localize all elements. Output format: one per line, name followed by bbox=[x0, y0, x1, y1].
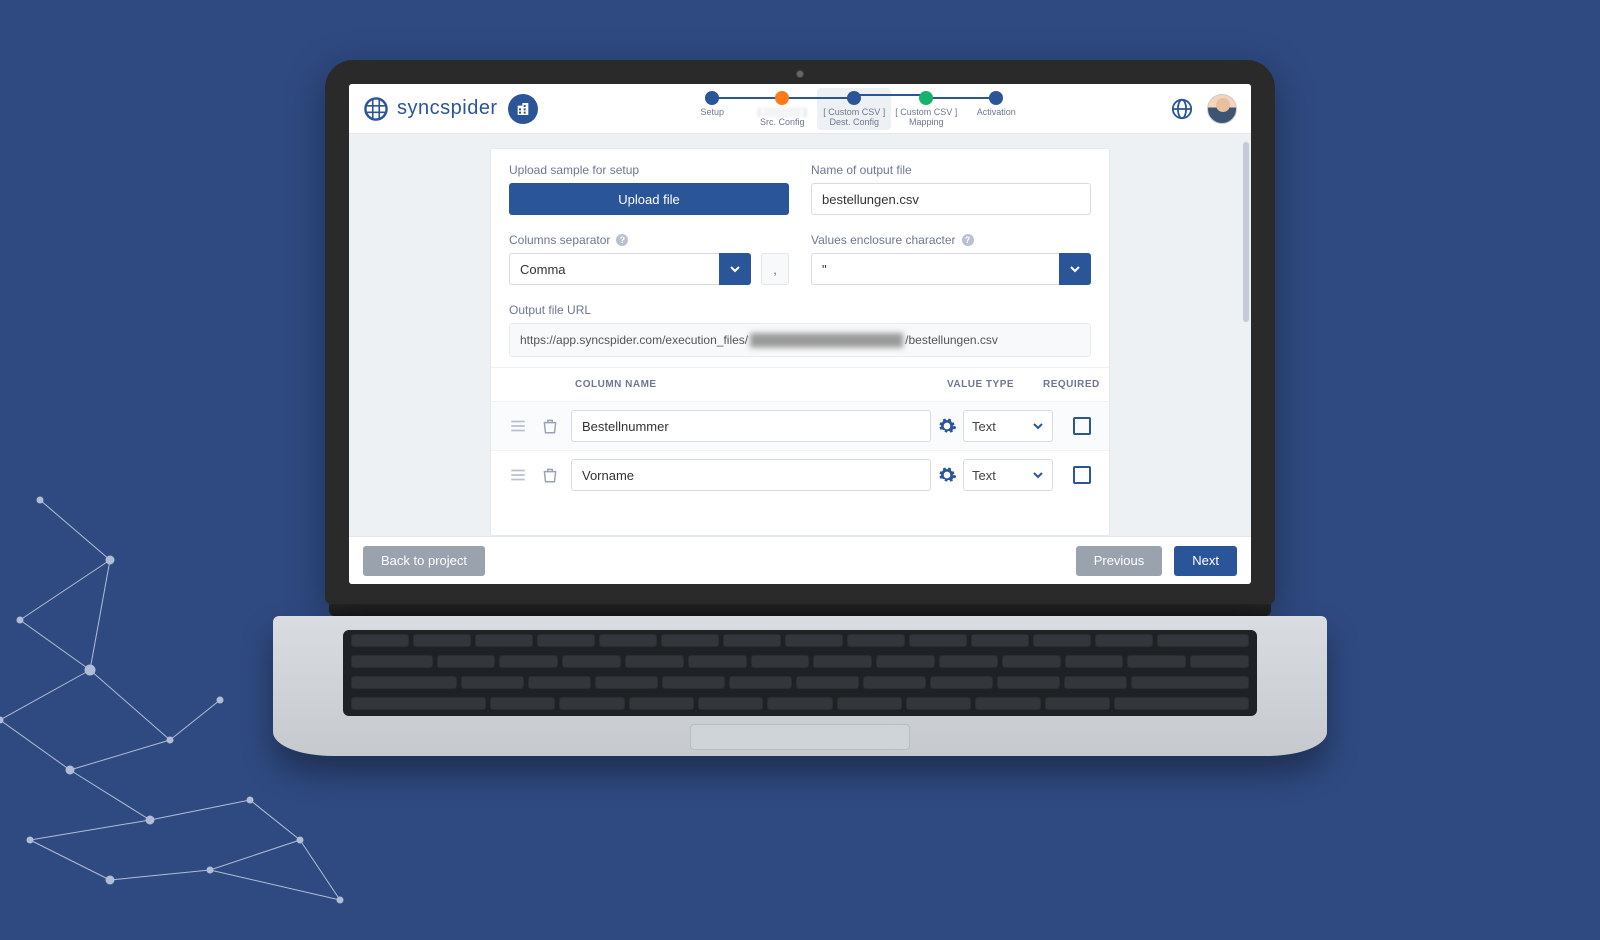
th-column-name: COLUMN NAME bbox=[571, 379, 915, 390]
chevron-down-icon bbox=[1032, 420, 1044, 432]
trash-icon[interactable] bbox=[541, 466, 559, 484]
help-icon[interactable]: ? bbox=[616, 234, 628, 246]
brand-logo[interactable]: syncspider bbox=[363, 96, 498, 122]
config-card: Upload sample for setup Upload file Name… bbox=[490, 148, 1110, 536]
table-row: Text bbox=[491, 401, 1109, 450]
required-checkbox[interactable] bbox=[1073, 466, 1091, 484]
column-name-input[interactable] bbox=[571, 410, 931, 442]
wizard-footer: Back to project Previous Next bbox=[349, 536, 1251, 584]
help-globe-icon[interactable] bbox=[1171, 98, 1193, 120]
url-label: Output file URL bbox=[509, 303, 1091, 317]
webcam-dot bbox=[796, 70, 804, 78]
value-type-select[interactable]: Text bbox=[963, 410, 1053, 442]
th-required: REQUIRED bbox=[1043, 379, 1091, 390]
content-scroll[interactable]: Upload sample for setup Upload file Name… bbox=[349, 134, 1251, 536]
value-type-select[interactable]: Text bbox=[963, 459, 1053, 491]
step-setup[interactable]: Setup bbox=[677, 91, 747, 117]
back-to-project-button[interactable]: Back to project bbox=[363, 546, 485, 576]
keyboard-art bbox=[343, 630, 1257, 716]
enclosure-label: Values enclosure character ? bbox=[811, 233, 1091, 247]
app-screen: syncspider Setup [ ░░░░░░ ] Src. Config bbox=[349, 84, 1251, 584]
separator-preview: , bbox=[761, 253, 789, 285]
step-dest-config[interactable]: [ Custom CSV ] Dest. Config bbox=[817, 88, 891, 130]
upload-file-button[interactable]: Upload file bbox=[509, 183, 789, 215]
building-icon bbox=[515, 101, 531, 117]
separator-select[interactable]: Comma bbox=[509, 253, 751, 285]
columns-table-header: COLUMN NAME VALUE TYPE REQUIRED bbox=[491, 367, 1109, 401]
chevron-down-icon[interactable] bbox=[719, 253, 751, 285]
enclosure-select[interactable]: " bbox=[811, 253, 1091, 285]
drag-handle-icon[interactable] bbox=[509, 417, 527, 435]
trash-icon[interactable] bbox=[541, 417, 559, 435]
drag-handle-icon[interactable] bbox=[509, 466, 527, 484]
separator-label: Columns separator ? bbox=[509, 233, 789, 247]
step-mapping[interactable]: [ Custom CSV ] Mapping bbox=[891, 91, 961, 127]
user-avatar[interactable] bbox=[1207, 94, 1237, 124]
output-url-box[interactable]: https://app.syncspider.com/execution_fil… bbox=[509, 323, 1091, 357]
brand-name: syncspider bbox=[397, 97, 498, 120]
step-activation[interactable]: Activation bbox=[961, 91, 1031, 117]
laptop-mock: syncspider Setup [ ░░░░░░ ] Src. Config bbox=[325, 60, 1275, 756]
previous-button[interactable]: Previous bbox=[1076, 546, 1163, 576]
wizard-stepper: Setup [ ░░░░░░ ] Src. Config [ Custom CS… bbox=[546, 87, 1163, 130]
column-name-input[interactable] bbox=[571, 459, 931, 491]
gear-icon[interactable] bbox=[937, 465, 957, 485]
trackpad-art bbox=[690, 724, 910, 750]
help-icon[interactable]: ? bbox=[962, 234, 974, 246]
org-switcher-button[interactable] bbox=[508, 94, 538, 124]
app-header: syncspider Setup [ ░░░░░░ ] Src. Config bbox=[349, 84, 1251, 134]
table-row: Text bbox=[491, 450, 1109, 499]
scrollbar[interactable] bbox=[1243, 142, 1249, 322]
chevron-down-icon[interactable] bbox=[1059, 253, 1091, 285]
required-checkbox[interactable] bbox=[1073, 417, 1091, 435]
output-name-label: Name of output file bbox=[811, 163, 1091, 177]
th-value-type: VALUE TYPE bbox=[947, 379, 1043, 390]
output-name-input[interactable] bbox=[811, 183, 1091, 215]
gear-icon[interactable] bbox=[937, 416, 957, 436]
brand-logo-icon bbox=[363, 96, 389, 122]
chevron-down-icon bbox=[1032, 469, 1044, 481]
upload-label: Upload sample for setup bbox=[509, 163, 789, 177]
next-button[interactable]: Next bbox=[1174, 546, 1237, 576]
